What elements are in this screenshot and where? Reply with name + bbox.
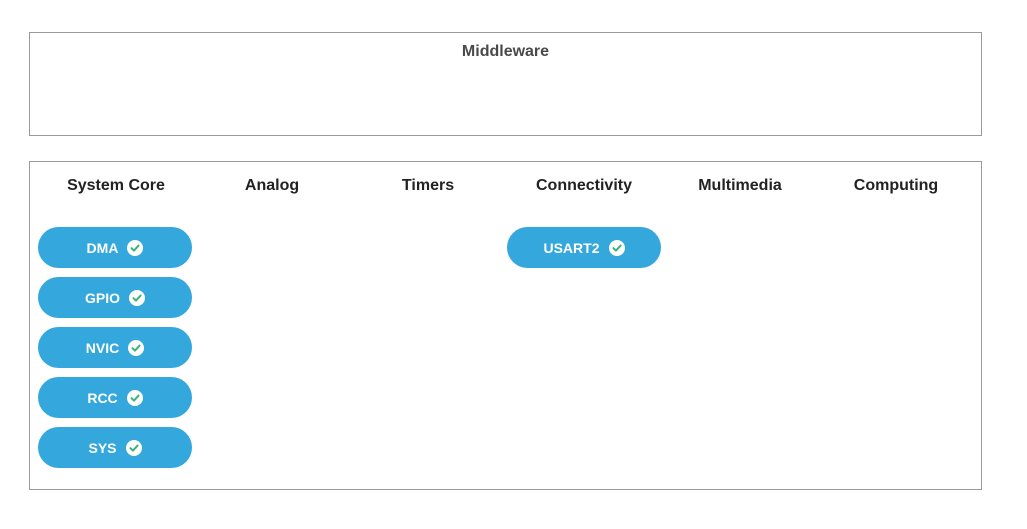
- peripheral-label: USART2: [543, 239, 600, 256]
- peripheral-dma-button[interactable]: DMA: [38, 227, 192, 268]
- peripheral-gpio-button[interactable]: GPIO: [38, 277, 192, 318]
- category-timers: Timers: [401, 177, 455, 194]
- middleware-panel: Middleware: [29, 32, 982, 136]
- check-circle-icon: [128, 339, 145, 356]
- peripheral-label: SYS: [88, 439, 117, 456]
- peripheral-nvic-button[interactable]: NVIC: [38, 327, 192, 368]
- check-circle-icon: [127, 239, 144, 256]
- peripheral-rcc-button[interactable]: RCC: [38, 377, 192, 418]
- category-connectivity: Connectivity: [535, 177, 632, 194]
- category-analog: Analog: [244, 177, 300, 194]
- peripheral-label: DMA: [86, 239, 119, 256]
- peripheral-label: RCC: [87, 389, 118, 406]
- peripheral-usart2-button[interactable]: USART2: [507, 227, 661, 268]
- middleware-title: Middleware: [461, 43, 550, 60]
- category-multimedia: Multimedia: [698, 177, 782, 194]
- peripheral-sys-button[interactable]: SYS: [38, 427, 192, 468]
- check-circle-icon: [608, 239, 625, 256]
- check-circle-icon: [126, 389, 143, 406]
- categories-panel: System Core Analog Timers Connectivity M…: [29, 161, 982, 490]
- peripheral-label: NVIC: [85, 339, 120, 356]
- check-circle-icon: [129, 289, 145, 306]
- check-circle-icon: [125, 439, 142, 456]
- peripheral-label: GPIO: [84, 289, 120, 306]
- category-computing: Computing: [853, 177, 939, 194]
- category-system-core: System Core: [67, 177, 165, 194]
